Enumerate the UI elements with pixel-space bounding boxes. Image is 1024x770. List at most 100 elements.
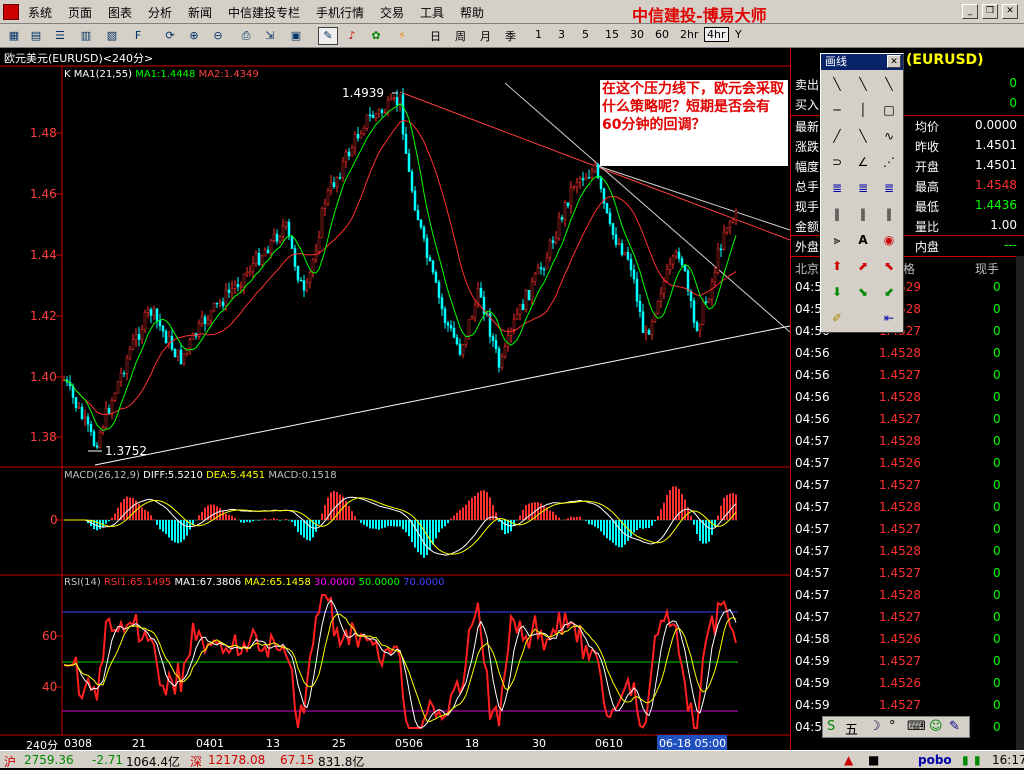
chart-symbol-title: 欧元美元(EURUSD)<240分> [4,52,154,65]
list-icon[interactable]: ☰ [50,27,70,45]
export-icon[interactable]: ⇲ [260,27,280,45]
channel-tool-icon[interactable]: ╱ [825,126,849,146]
print-icon[interactable]: ⎙ [236,27,256,45]
period-4hr[interactable]: 4hr [704,27,729,42]
period-month[interactable]: 月 [480,28,491,44]
ime-logo-icon[interactable]: S [827,719,835,734]
menu-citic-column[interactable]: 中信建投专栏 [228,4,300,21]
period-quarter[interactable]: 季 [505,28,516,44]
segment-tool-icon[interactable]: ╲ [825,74,849,94]
save-icon[interactable]: ▣ [286,27,306,45]
table-icon[interactable]: ▥ [76,27,96,45]
period-5min[interactable]: 5 [582,28,589,41]
candle-body [143,312,147,331]
tick-price: 1.4528 [879,544,921,558]
rsi-tick-40: 40 [42,680,58,694]
target-tool-icon[interactable]: ◉ [877,230,901,250]
ime-moon-icon[interactable]: ☽ [869,719,881,734]
parallel-tool-icon[interactable]: ╲ [851,126,875,146]
text-tool-icon[interactable]: A [851,230,875,250]
pitchfork-tool-icon[interactable]: ⫸ [825,230,849,250]
chart-annotation-text[interactable]: 在这个压力线下，欧元会采取什么策略呢？短期是否会有60分钟的回调？ [600,80,788,166]
tick-list[interactable]: 04:561.4529004:561.4528004:561.4527004:5… [791,280,1017,750]
fan-tool-icon[interactable]: ⋰ [877,152,901,172]
input-method-bar[interactable]: S 五 ☽ ° ⌨ ☺ ✎ [822,716,970,738]
grid-tool-icon[interactable]: ≣ [877,178,901,198]
restore-button[interactable]: ❐ [982,4,998,19]
period-3min[interactable]: 3 [558,28,565,41]
grid-icon[interactable]: ▤ [26,27,46,45]
zoom-in-icon[interactable]: ⊕ [184,27,204,45]
close-button[interactable]: ✕ [1002,4,1018,19]
candle-body [296,266,300,281]
candle-body [263,249,267,257]
app-icon[interactable] [3,4,19,20]
candle-body [644,329,648,333]
tick-scrollbar[interactable] [1016,256,1024,750]
ime-tools-icon[interactable]: ✎ [949,719,960,734]
menu-help[interactable]: 帮助 [460,4,484,21]
eraser-tool-icon[interactable]: ✐ [825,308,849,328]
report-icon[interactable]: ▧ [102,27,122,45]
indicator-icon[interactable]: ✿ [366,27,386,45]
angle-tool-icon[interactable]: ∠ [851,152,875,172]
menu-system[interactable]: 系统 [28,4,52,21]
draw-line-icon[interactable]: ✎ [318,27,338,45]
ime-keyboard-icon[interactable]: ⌨ [907,719,926,734]
down-left-arrow-tool-icon[interactable]: ⬋ [877,282,901,302]
lightning-icon[interactable]: ⚡ [392,27,412,45]
period-15min[interactable]: 15 [605,28,619,41]
refresh-icon[interactable]: ⟳ [160,27,180,45]
draw-palette-close-button[interactable]: ✕ [887,55,901,68]
ray-tool-icon[interactable]: ╲ [851,74,875,94]
up-left-arrow-tool-icon[interactable]: ⬉ [877,256,901,276]
vline-tool-icon[interactable]: │ [851,100,875,120]
ticks-price-header: 格 [903,262,916,276]
period-60min[interactable]: 60 [655,28,669,41]
ime-mode-icon[interactable]: 五 [845,719,858,738]
up-arrow-tool-icon[interactable]: ⬆ [825,256,849,276]
menu-chart[interactable]: 图表 [108,4,132,21]
period-day[interactable]: 日 [430,28,441,44]
menu-news[interactable]: 新闻 [188,4,212,21]
hline-tool-icon[interactable]: ─ [825,100,849,120]
gann-tool-icon[interactable]: ≣ [851,178,875,198]
candle-body [80,406,84,419]
arc-tool-icon[interactable]: ⊃ [825,152,849,172]
up-right-arrow-tool-icon[interactable]: ⬈ [851,256,875,276]
delete-all-tool-icon[interactable]: ⇤ [877,308,901,328]
candle-body [305,282,309,291]
ime-punct-icon[interactable]: ° [889,719,896,734]
down-arrow-tool-icon[interactable]: ⬇ [825,282,849,302]
period-2hr[interactable]: 2hr [680,28,699,41]
period-30min[interactable]: 30 [630,28,644,41]
fib-tool-icon[interactable]: ≣ [825,178,849,198]
curve-tool-icon[interactable]: ∿ [877,126,901,146]
candle-body [317,236,321,252]
menu-tools[interactable]: 工具 [420,4,444,21]
menu-trade[interactable]: 交易 [380,4,404,21]
period-week[interactable]: 周 [455,28,466,44]
alarm-icon[interactable]: ♪ [342,27,362,45]
menu-page[interactable]: 页面 [68,4,92,21]
period-tool-icon[interactable]: ‖ [851,204,875,224]
tick-vol: 0 [993,478,1001,492]
cycle-tool-icon[interactable]: ‖ [825,204,849,224]
tick-time: 04:57 [795,588,830,602]
menu-mobile-quotes[interactable]: 手机行情 [316,4,364,21]
minimize-button[interactable]: _ [962,4,978,19]
ime-user-icon[interactable]: ☺ [929,719,943,734]
candle-body [146,309,150,313]
rect-tool-icon[interactable]: □ [877,100,901,120]
wave-tool-icon[interactable]: ‖ [877,204,901,224]
fund-icon[interactable]: F [128,27,148,45]
tick-vol: 0 [993,632,1001,646]
zoom-out-icon[interactable]: ⊖ [208,27,228,45]
period-year[interactable]: Y [735,28,742,41]
down-right-arrow-tool-icon[interactable]: ⬊ [851,282,875,302]
period-1min[interactable]: 1 [535,28,542,41]
open-icon[interactable]: ▦ [4,27,24,45]
candle-body [671,255,675,265]
line-tool-icon[interactable]: ╲ [877,74,901,94]
menu-analysis[interactable]: 分析 [148,4,172,21]
